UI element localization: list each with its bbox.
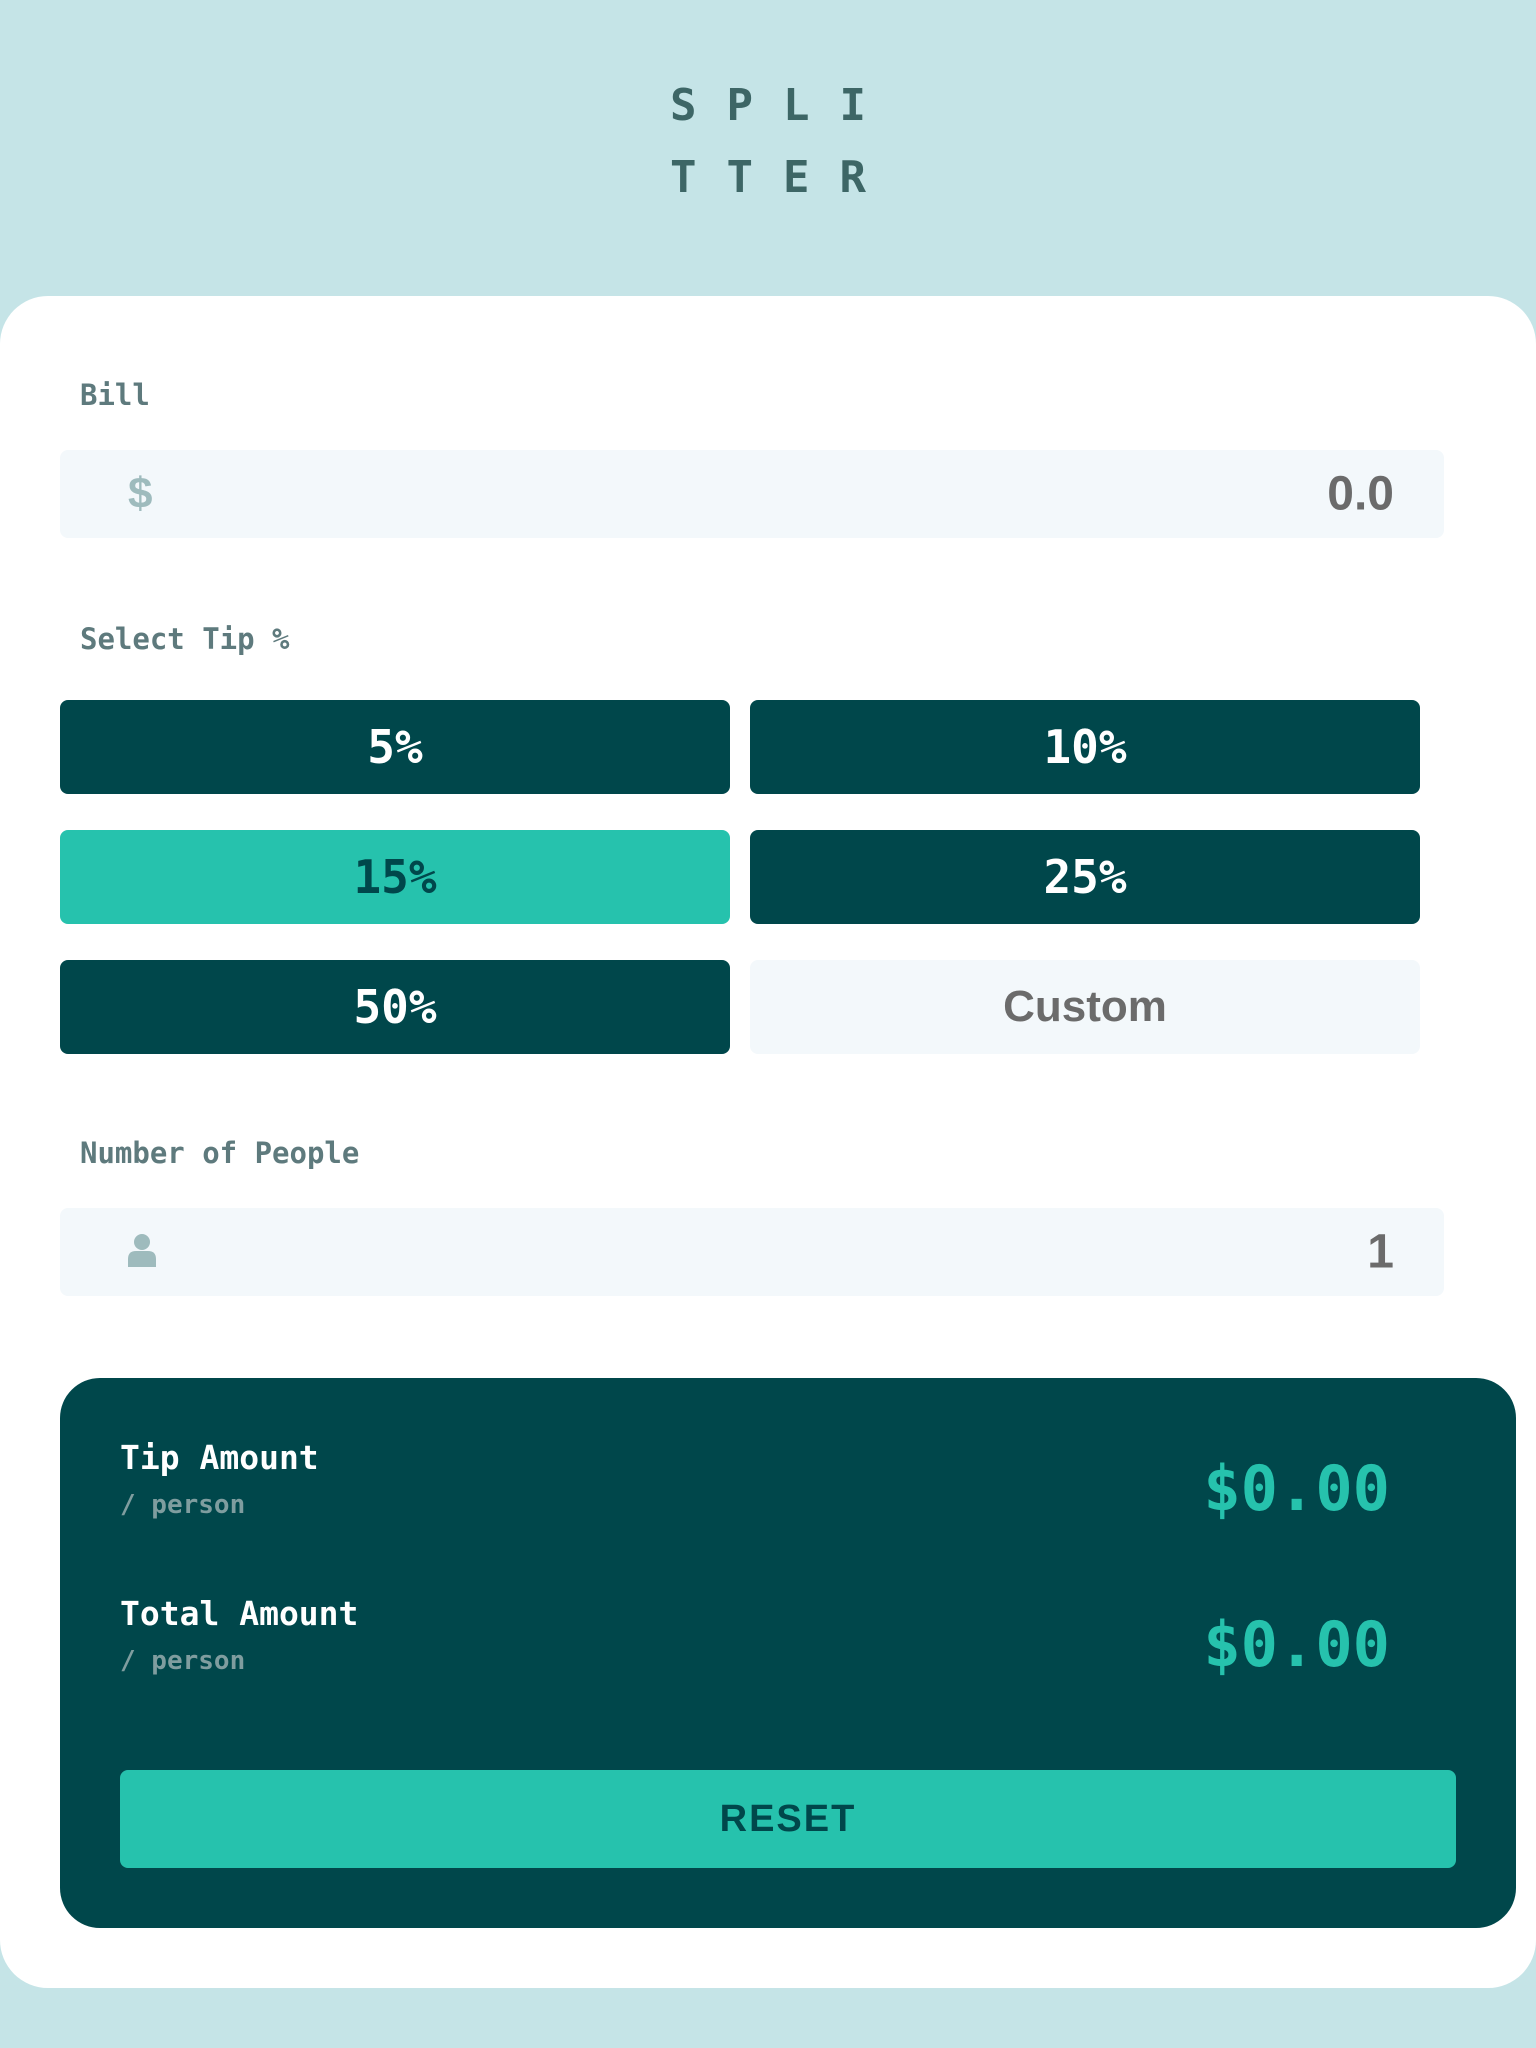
app-logo: SPLI TTER xyxy=(0,70,1536,214)
tip-amount-value: $0.00 xyxy=(1203,1452,1390,1525)
people-value: 1 xyxy=(1367,1225,1394,1279)
custom-tip-input[interactable]: Custom xyxy=(750,960,1420,1054)
select-tip-label: Select Tip % xyxy=(80,622,290,656)
tip-15-button[interactable]: 15% xyxy=(60,830,730,924)
logo-line-2: TTER xyxy=(670,152,896,203)
tip-5-button[interactable]: 5% xyxy=(60,700,730,794)
tip-amount-title: Tip Amount xyxy=(120,1438,319,1477)
tip-25-button[interactable]: 25% xyxy=(750,830,1420,924)
bill-input[interactable]: $ 0.0 xyxy=(60,450,1444,538)
calculator-card: Bill $ 0.0 Select Tip % 5% 10% 15% 25% 5… xyxy=(0,296,1536,1988)
total-amount-sub: / person xyxy=(120,1646,246,1676)
total-amount-title: Total Amount xyxy=(120,1594,359,1633)
results-panel: Tip Amount / person $0.00 Total Amount /… xyxy=(60,1378,1516,1928)
tip-amount-sub: / person xyxy=(120,1490,246,1520)
tip-50-button[interactable]: 50% xyxy=(60,960,730,1054)
bill-value: 0.0 xyxy=(1327,467,1394,521)
reset-button[interactable]: RESET xyxy=(120,1770,1456,1868)
people-input[interactable]: 1 xyxy=(60,1208,1444,1296)
person-icon xyxy=(128,1233,156,1271)
bill-label: Bill xyxy=(80,378,150,412)
logo-line-1: SPLI xyxy=(670,80,896,131)
tip-10-button[interactable]: 10% xyxy=(750,700,1420,794)
dollar-icon: $ xyxy=(128,469,153,518)
total-amount-value: $0.00 xyxy=(1203,1608,1390,1681)
people-label: Number of People xyxy=(80,1136,360,1170)
